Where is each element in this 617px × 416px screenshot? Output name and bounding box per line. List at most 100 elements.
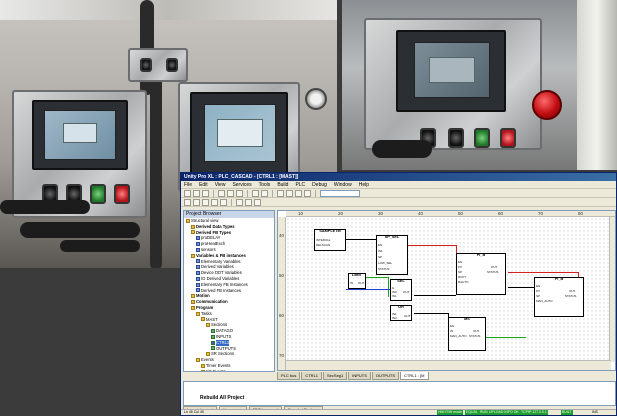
editor-vertical-scrollbar[interactable] — [609, 217, 615, 362]
undo-icon[interactable] — [252, 189, 259, 197]
zoom-in-icon[interactable] — [236, 198, 243, 206]
link-icon[interactable] — [202, 198, 209, 206]
fb-or[interactable]: OR IN1 IN2 OUT — [390, 305, 412, 321]
ruler-tick: 50 — [279, 273, 285, 278]
tab-secseg1[interactable]: SecSeg1 — [323, 372, 348, 380]
editor-horizontal-scrollbar[interactable] — [286, 360, 611, 370]
jump-icon[interactable] — [220, 198, 227, 206]
var-icon — [196, 276, 200, 281]
ruler-tick: 40 — [418, 211, 424, 216]
folder-icon — [196, 311, 200, 316]
menu-file[interactable]: File — [184, 182, 192, 188]
photo-panel-right — [342, 0, 617, 170]
tab-ctrl1-mast[interactable]: CTRL1 : [M — [400, 372, 429, 380]
open-icon[interactable] — [193, 189, 200, 197]
hmi-panel-left — [12, 90, 147, 218]
project-browser: Project Browser Structural view Derived D… — [183, 210, 275, 372]
status-hmi-mode: HMI R/W mode — [437, 410, 463, 415]
fb-icon — [196, 236, 200, 241]
menu-build[interactable]: Build — [277, 182, 288, 188]
menu-services[interactable]: Services — [232, 182, 251, 188]
fb-limit[interactable]: LIMIT IN OUT — [348, 273, 366, 289]
tab-ctrl1[interactable]: CTRL1 — [301, 372, 323, 380]
folder-icon — [191, 230, 195, 235]
section-icon — [211, 340, 215, 345]
project-tree: Structural view Derived Data Types Derived… — [184, 218, 274, 372]
build-icon[interactable] — [277, 189, 284, 197]
new-icon[interactable] — [184, 189, 191, 197]
menu-view[interactable]: View — [215, 182, 226, 188]
folder-icon — [191, 305, 195, 310]
fb-icon — [196, 242, 200, 247]
status-position: Ln 45 Col 49 — [184, 410, 204, 414]
fbd-editor: 10 20 30 40 50 60 70 80 40 50 60 70 SAMP… — [277, 210, 616, 371]
ruler-left: 40 50 60 70 — [278, 217, 286, 370]
composite-image: Unity Pro XL : PLC_CASCAD - [CTRL1 : [MA… — [0, 0, 617, 416]
unity-pro-window: Unity Pro XL : PLC_CASCAD - [CTRL1 : [MA… — [180, 172, 617, 416]
folder-icon — [201, 317, 205, 322]
text-icon[interactable] — [211, 198, 218, 206]
rebuild-all-project-label: Rebuild All Project — [200, 395, 245, 401]
var-icon — [196, 282, 200, 287]
menu-debug[interactable]: Debug — [312, 182, 327, 188]
tree-item[interactable]: I/O Events — [184, 368, 274, 372]
menu-window[interactable]: Window — [334, 182, 352, 188]
window-title: Unity Pro XL : PLC_CASCAD - [CTRL1 : [MA… — [181, 173, 616, 181]
save-icon[interactable] — [202, 189, 209, 197]
menu-plc[interactable]: PLC — [295, 182, 305, 188]
status-upload-info: UPLOAD INFO OK — [488, 410, 520, 415]
fb-ms[interactable]: MS EN IN MAN_AUTO OUT STATUS — [448, 317, 486, 351]
ruler-tick: 70 — [538, 211, 544, 216]
var-icon — [196, 271, 200, 276]
section-icon — [211, 346, 215, 351]
folder-icon — [191, 294, 195, 299]
ruler-tick: 10 — [298, 211, 304, 216]
fb-pi-b-2[interactable]: PI_B EN PV SP MAN_AUTO OUT STATUS — [534, 277, 584, 317]
status-built: BUILT — [561, 410, 573, 415]
tab-inputs[interactable]: INPUTS — [348, 372, 371, 380]
copy-icon[interactable] — [227, 189, 234, 197]
section-icon — [211, 329, 215, 334]
folder-icon — [196, 358, 200, 363]
toolbar-fbd — [181, 198, 616, 207]
ruler-tick: 50 — [458, 211, 464, 216]
ruler-tick: 60 — [279, 313, 285, 318]
menu-tools[interactable]: Tools — [259, 182, 271, 188]
zoom-out-icon[interactable] — [245, 198, 252, 206]
select-icon[interactable] — [184, 198, 191, 206]
fb-sp-sel[interactable]: SP_SEL EN IN1 SP LOW_SEL STATUS — [376, 235, 408, 275]
hmi-panel-estop — [364, 18, 542, 150]
redo-icon[interactable] — [261, 189, 268, 197]
menu-edit[interactable]: Edit — [199, 182, 208, 188]
search-combo[interactable] — [320, 189, 360, 197]
tree-item-label: SR Sections — [211, 351, 235, 357]
fb-pi-b-1[interactable]: PI_B EN PV SP RCPY RAUTO OUT STATUS — [456, 253, 506, 295]
status-equal: EQUAL — [465, 410, 479, 415]
fb-sel[interactable]: SEL G IN0 IN1 OUT — [390, 279, 412, 301]
stop-icon[interactable] — [304, 189, 311, 197]
fbd-canvas[interactable]: SAMPLETM INTERVAL DELSCAN SP_SEL EN IN1 … — [286, 217, 611, 362]
fb-samplet[interactable]: SAMPLETM INTERVAL DELSCAN — [314, 229, 346, 251]
folder-icon — [201, 363, 205, 368]
folder-icon — [191, 300, 195, 305]
connect-icon[interactable] — [286, 189, 293, 197]
tab-plc-bus[interactable]: PLC bus — [277, 372, 301, 380]
run-icon[interactable] — [295, 189, 302, 197]
status-ins: INS — [592, 410, 598, 414]
folder-icon — [201, 369, 205, 371]
folder-icon — [191, 224, 195, 229]
menu-help[interactable]: Help — [359, 182, 369, 188]
animation-icon[interactable] — [254, 198, 261, 206]
tree-item-label: I/O Events — [206, 368, 226, 372]
fb-icon — [196, 247, 200, 252]
ruler-tick: 20 — [338, 211, 344, 216]
paste-icon[interactable] — [236, 189, 243, 197]
var-icon — [196, 259, 200, 264]
junction-box — [128, 48, 188, 82]
fb-icon[interactable] — [193, 198, 200, 206]
tab-outputs[interactable]: OUTPUTS — [371, 372, 400, 380]
ruler-tick: 70 — [279, 353, 285, 358]
status-tcpip: TCPIP:127.0.0.1 — [520, 410, 548, 415]
cut-icon[interactable] — [218, 189, 225, 197]
var-icon — [196, 265, 200, 270]
